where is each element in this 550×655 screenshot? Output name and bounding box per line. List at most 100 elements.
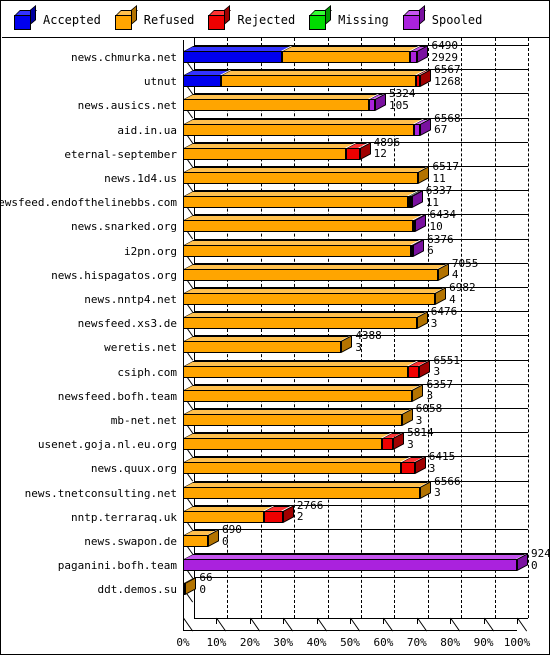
bar-secondary-value: 3 bbox=[428, 461, 436, 475]
bar-segment-refused[interactable] bbox=[183, 433, 391, 451]
bar-value-label: 6476 3 bbox=[431, 306, 458, 329]
bar-segment-accepted[interactable] bbox=[183, 46, 291, 63]
y-axis-category-label: aid.in.ua bbox=[117, 123, 177, 137]
bar-news.ausics.net[interactable] bbox=[183, 93, 517, 112]
bar-total-value: 5814 bbox=[407, 426, 434, 440]
bar-newsfeed.xs3.de[interactable] bbox=[183, 311, 517, 330]
bar-value-label: 6517 11 bbox=[432, 161, 459, 184]
y-axis-category-label: news.nntp4.net bbox=[84, 293, 177, 306]
bar-news.chmurka.net[interactable] bbox=[183, 45, 517, 63]
bar-segment-refused[interactable] bbox=[183, 118, 423, 136]
y-axis-category-label: newsfeed.xs3.de bbox=[77, 317, 177, 331]
bar-value-label: 66 0 bbox=[199, 572, 212, 595]
x-axis-tick-label: 70% bbox=[406, 636, 427, 649]
bar-segment-rejected[interactable] bbox=[264, 505, 292, 523]
bar-nntp.terraraq.uk[interactable] bbox=[183, 504, 517, 523]
bar-segment-refused[interactable] bbox=[183, 409, 411, 426]
bar-segment-rejected[interactable] bbox=[382, 433, 402, 451]
bar-total-value: 6490 bbox=[431, 39, 458, 52]
bar-segment-refused[interactable] bbox=[183, 263, 447, 281]
bar-total-value: 6517 bbox=[432, 160, 459, 173]
bar-segment-refused[interactable] bbox=[183, 239, 420, 257]
plot-area: 0% 10% 20% 30% 40% 50% 60% 70% 80% 90% 100% news.c… bbox=[0, 38, 549, 654]
bar-weretis.net[interactable] bbox=[183, 335, 517, 354]
x-axis-tick-label: 20% bbox=[239, 636, 260, 649]
x-axis-tick-label: 90% bbox=[473, 636, 494, 649]
legend-swatch-spooled-icon bbox=[402, 4, 426, 30]
bar-segment-refused[interactable] bbox=[183, 94, 378, 112]
bar-segment-top-face bbox=[184, 433, 391, 439]
bar-segment-refused[interactable] bbox=[183, 530, 217, 547]
legend-label: Accepted bbox=[43, 12, 101, 27]
bar-segment-top-face bbox=[184, 239, 420, 245]
y-axis-category-label: csiph.com bbox=[117, 365, 177, 379]
legend-swatch-accepted-icon bbox=[14, 4, 37, 30]
bar-segment-refused[interactable] bbox=[183, 336, 350, 354]
bar-segment-refused[interactable] bbox=[183, 288, 444, 305]
bar-utnut[interactable] bbox=[183, 69, 517, 88]
bar-value-label: 92490 bbox=[531, 547, 549, 571]
bar-segment-refused[interactable] bbox=[183, 142, 355, 160]
bar-newsfeed.endofthelinebbs.com[interactable] bbox=[183, 190, 517, 209]
y-axis-category-label: news.snarked.org bbox=[71, 220, 177, 234]
bar-secondary-value: 3 bbox=[415, 413, 423, 427]
bar-total-value: 6337 bbox=[425, 184, 453, 198]
bar-i2pn.org[interactable] bbox=[183, 238, 517, 257]
legend-swatch-refused-icon bbox=[114, 4, 138, 30]
bar-news.snarked.org[interactable] bbox=[183, 214, 517, 233]
bar-segment-rejected[interactable] bbox=[346, 142, 369, 160]
x-axis-tick-label: 0% bbox=[176, 636, 190, 649]
bar-segment-refused[interactable] bbox=[183, 360, 417, 378]
x-axis-tick-label: 50% bbox=[340, 636, 360, 649]
bar-segment-refused[interactable] bbox=[183, 505, 273, 523]
bar-segment-refused[interactable] bbox=[183, 215, 422, 233]
bar-segment-refused[interactable] bbox=[183, 191, 417, 209]
y-axis-category-label: usenet.goja.nl.eu.org bbox=[37, 438, 177, 452]
bar-segment-top-face bbox=[184, 191, 417, 197]
bar-segment-accepted[interactable] bbox=[183, 70, 230, 88]
bar-value-label: 6357 3 bbox=[426, 379, 453, 402]
bar-newsfeed.bofh.team[interactable] bbox=[183, 383, 517, 402]
bar-value-label: 690 0 bbox=[222, 524, 242, 547]
bar-secondary-value: 1268 bbox=[434, 74, 461, 88]
bar-segment-top-face bbox=[184, 336, 350, 342]
bar-ddt.demos.su[interactable] bbox=[183, 577, 517, 596]
bar-segment-refused[interactable] bbox=[183, 312, 426, 330]
bar-secondary-value: 67 bbox=[434, 123, 448, 137]
bar-segment-rejected[interactable] bbox=[401, 457, 424, 475]
bar-segment-refused[interactable] bbox=[183, 481, 429, 499]
bar-segment-refused[interactable] bbox=[183, 457, 410, 475]
bar-value-label: 6337 11 bbox=[426, 185, 453, 208]
bar-total-value: 9249 bbox=[531, 547, 549, 561]
bar-secondary-value: 3 bbox=[426, 389, 434, 403]
x-axis-tick-label: 30% bbox=[273, 636, 294, 649]
bar-csiph.com[interactable] bbox=[183, 359, 517, 378]
bar-news.tnetconsulting.net[interactable] bbox=[183, 480, 517, 499]
bar-segment-refused[interactable] bbox=[281, 46, 419, 63]
bar-secondary-value: 2929 bbox=[431, 50, 458, 64]
bar-segment-rejected[interactable] bbox=[408, 360, 428, 378]
y-axis-category-label: weretis.net bbox=[104, 341, 177, 355]
bar-eternal-september[interactable] bbox=[183, 141, 517, 160]
bar-segment-top-face bbox=[184, 94, 378, 100]
bar-news.quux.org[interactable] bbox=[183, 456, 517, 475]
bar-usenet.goja.nl.eu.org[interactable] bbox=[183, 432, 517, 451]
legend-item-refused: Refused bbox=[114, 4, 194, 30]
bar-total-value: 690 bbox=[222, 523, 242, 536]
bar-paganini.bofh.team[interactable] bbox=[183, 553, 528, 572]
y-axis-category-label: news.quux.org bbox=[90, 462, 177, 476]
bar-aid.in.ua[interactable] bbox=[183, 117, 517, 136]
bar-segment-refused[interactable] bbox=[221, 70, 425, 88]
bar-segment-refused[interactable] bbox=[183, 167, 427, 184]
legend-item-rejected: Rejected bbox=[208, 4, 295, 30]
bar-value-label: 6058 3 bbox=[416, 403, 443, 426]
bar-value-label: 6568 67 bbox=[434, 113, 461, 136]
bar-news.1d4.us[interactable] bbox=[183, 166, 517, 184]
y-axis-category-label: newsfeed.endofthelinebbs.com bbox=[0, 196, 177, 210]
bar-mb-net.net[interactable] bbox=[183, 408, 517, 426]
bar-segment-spooled[interactable] bbox=[183, 554, 526, 572]
bar-value-label: 4896 12 bbox=[374, 137, 401, 160]
bar-secondary-value: 11 bbox=[432, 171, 446, 185]
y-axis-category-label: mb-net.net bbox=[110, 414, 177, 427]
bar-segment-refused[interactable] bbox=[183, 384, 421, 402]
